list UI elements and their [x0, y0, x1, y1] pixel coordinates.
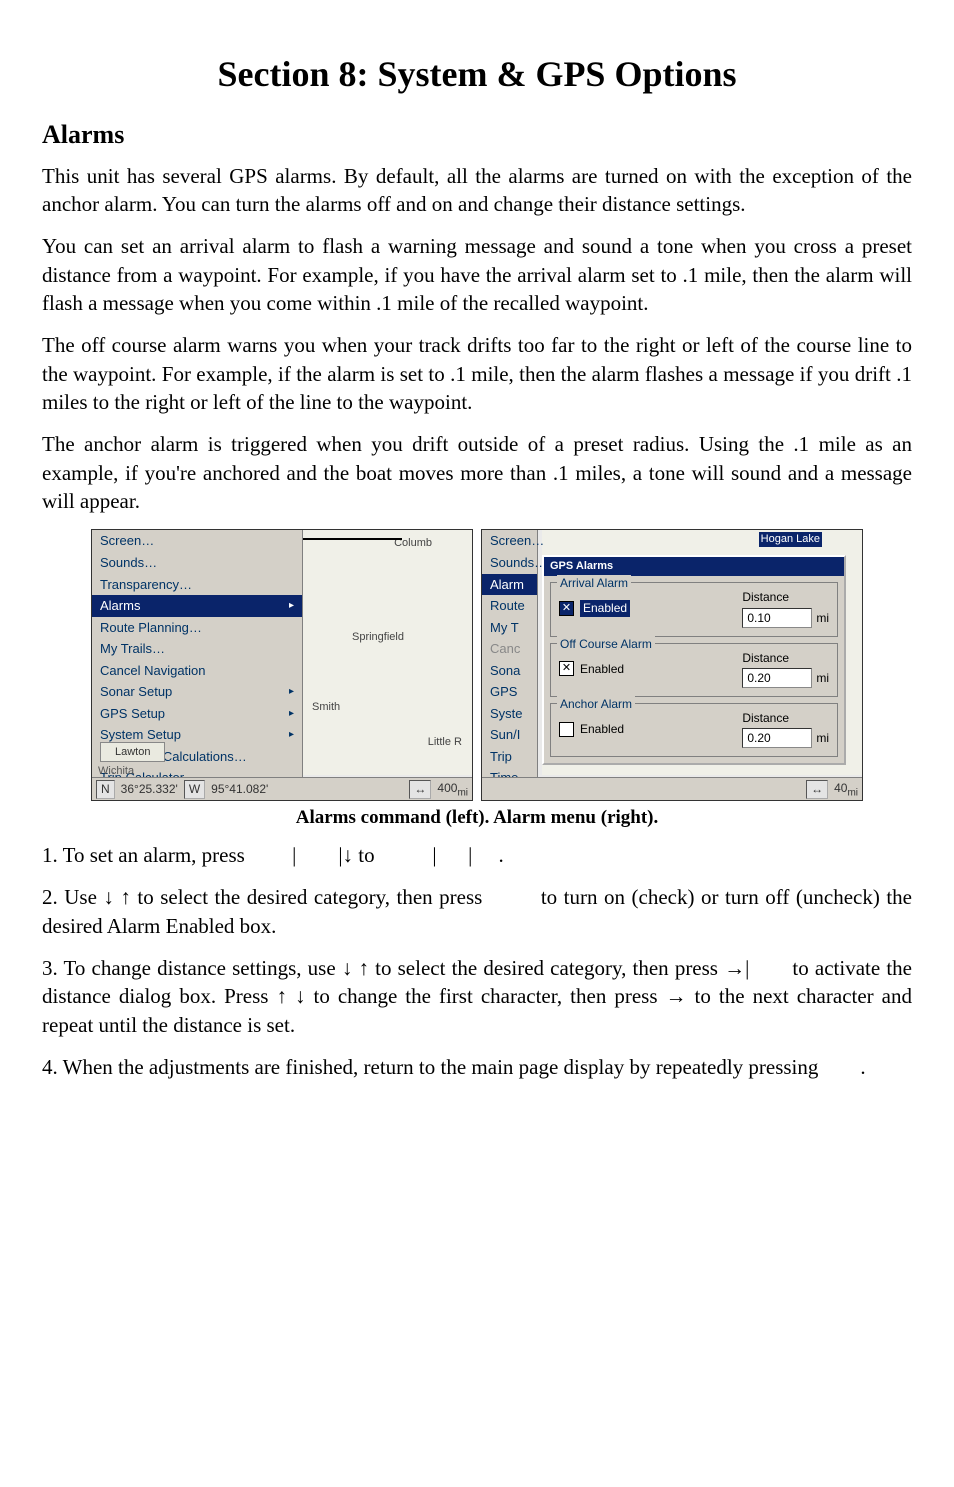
- menu-item-alarms[interactable]: Alarms▸: [92, 595, 302, 617]
- arrival-distance-unit: mi: [816, 610, 829, 626]
- map-label-hogan: Hogan Lake: [759, 532, 822, 547]
- offcourse-enabled-checkbox[interactable]: ✕: [559, 661, 574, 676]
- arrival-alarm-group: Arrival Alarm ✕ Enabled Distance 0.10 mi: [550, 582, 838, 636]
- screenshot-left: Columb Springfield Smith Little R Screen…: [91, 529, 473, 801]
- submenu-arrow-icon: ▸: [289, 599, 294, 613]
- menu-item-route[interactable]: Route: [482, 595, 537, 617]
- submenu-arrow-icon: ▸: [289, 728, 294, 742]
- dialog-title: GPS Alarms: [544, 557, 844, 576]
- status-lat: 36°25.332': [121, 781, 178, 797]
- status-arrows-icon: ↔: [409, 780, 431, 798]
- status-n: N: [96, 780, 115, 798]
- menu-item-gps[interactable]: GPS: [482, 681, 537, 703]
- step-3: 3. To change distance settings, use ↓ ↑ …: [42, 954, 912, 1039]
- offcourse-distance-label: Distance: [742, 650, 789, 666]
- anchor-legend: Anchor Alarm: [557, 696, 635, 712]
- offcourse-alarm-group: Off Course Alarm ✕ Enabled Distance 0.20…: [550, 643, 838, 697]
- menu-item-transparency[interactable]: Transparency…: [92, 574, 302, 596]
- offcourse-distance-unit: mi: [816, 670, 829, 686]
- menu-item-syste[interactable]: Syste: [482, 703, 537, 725]
- page-title: Section 8: System & GPS Options: [42, 50, 912, 99]
- submenu-arrow-icon: ▸: [289, 685, 294, 699]
- submenu-arrow-icon: ▸: [289, 707, 294, 721]
- arrival-enabled-label: Enabled: [580, 600, 630, 616]
- arrival-enabled-checkbox[interactable]: ✕: [559, 601, 574, 616]
- arrival-distance-label: Distance: [742, 589, 789, 605]
- menu-item-my-trails[interactable]: My Trails…: [92, 638, 302, 660]
- anchor-distance-label: Distance: [742, 710, 789, 726]
- status-bar-right: ↔ 40mi: [482, 777, 862, 800]
- anchor-alarm-group: Anchor Alarm Enabled Distance 0.20 mi: [550, 703, 838, 757]
- menu-item-alarm[interactable]: Alarm: [482, 574, 537, 596]
- menu-item-canc[interactable]: Canc: [482, 638, 537, 660]
- map-label-lawton: Lawton: [100, 742, 165, 763]
- screenshot-right: Hogan Lake Sapul Screen… Sounds… Alarm R…: [481, 529, 863, 801]
- status-scale-right: 40mi: [834, 780, 858, 800]
- step-1: 1. To set an alarm, press | |↓ to | | .: [42, 841, 912, 869]
- offcourse-distance-input[interactable]: 0.20: [742, 668, 812, 688]
- status-lon: 95°41.082': [211, 781, 268, 797]
- step-4: 4. When the adjustments are finished, re…: [42, 1053, 912, 1081]
- map-label-smith: Smith: [312, 700, 340, 715]
- menu-item-sonar-setup[interactable]: Sonar Setup▸: [92, 681, 302, 703]
- menu-item-sounds[interactable]: Sounds…: [92, 552, 302, 574]
- menu-item-trip[interactable]: Trip: [482, 746, 537, 768]
- menu-item-myt[interactable]: My T: [482, 617, 537, 639]
- paragraph-2: You can set an arrival alarm to flash a …: [42, 232, 912, 317]
- gps-alarms-dialog: GPS Alarms Arrival Alarm ✕ Enabled Dista…: [542, 555, 846, 765]
- map-label-wichita: Wichita: [98, 764, 134, 779]
- offcourse-enabled-label: Enabled: [580, 661, 624, 677]
- figure-caption: Alarms command (left). Alarm menu (right…: [42, 805, 912, 831]
- status-arrows-icon: ↔: [806, 780, 828, 798]
- menu-item-screen[interactable]: Screen…: [482, 530, 537, 552]
- arrival-legend: Arrival Alarm: [557, 575, 631, 591]
- menu-item-route-planning[interactable]: Route Planning…: [92, 617, 302, 639]
- paragraph-1: This unit has several GPS alarms. By def…: [42, 162, 912, 219]
- status-bar-left: N 36°25.332' W 95°41.082' ↔ 400mi: [92, 777, 472, 800]
- anchor-enabled-label: Enabled: [580, 721, 624, 737]
- status-scale: 400mi: [437, 780, 468, 800]
- offcourse-legend: Off Course Alarm: [557, 636, 655, 652]
- map-label-springfield: Springfield: [352, 630, 404, 645]
- highway-line: [302, 538, 402, 540]
- map-label-littler: Little R: [428, 735, 462, 750]
- status-w: W: [184, 780, 205, 798]
- menu-item-sona[interactable]: Sona: [482, 660, 537, 682]
- menu-item-gps-setup[interactable]: GPS Setup▸: [92, 703, 302, 725]
- menu-item-cancel-nav[interactable]: Cancel Navigation: [92, 660, 302, 682]
- anchor-enabled-checkbox[interactable]: [559, 722, 574, 737]
- figure-row: Columb Springfield Smith Little R Screen…: [42, 529, 912, 801]
- step-2: 2. Use ↓ ↑ to select the desired categor…: [42, 883, 912, 940]
- paragraph-4: The anchor alarm is triggered when you d…: [42, 430, 912, 515]
- paragraph-3: The off course alarm warns you when your…: [42, 331, 912, 416]
- menu-item-sounds[interactable]: Sounds…: [482, 552, 537, 574]
- menu-panel-right: Screen… Sounds… Alarm Route My T Canc So…: [482, 530, 538, 801]
- menu-item-suni[interactable]: Sun/I: [482, 724, 537, 746]
- anchor-distance-input[interactable]: 0.20: [742, 728, 812, 748]
- section-heading: Alarms: [42, 117, 912, 152]
- arrival-distance-input[interactable]: 0.10: [742, 608, 812, 628]
- anchor-distance-unit: mi: [816, 730, 829, 746]
- menu-item-screen[interactable]: Screen…: [92, 530, 302, 552]
- map-background: Columb Springfield Smith Little R: [302, 530, 472, 775]
